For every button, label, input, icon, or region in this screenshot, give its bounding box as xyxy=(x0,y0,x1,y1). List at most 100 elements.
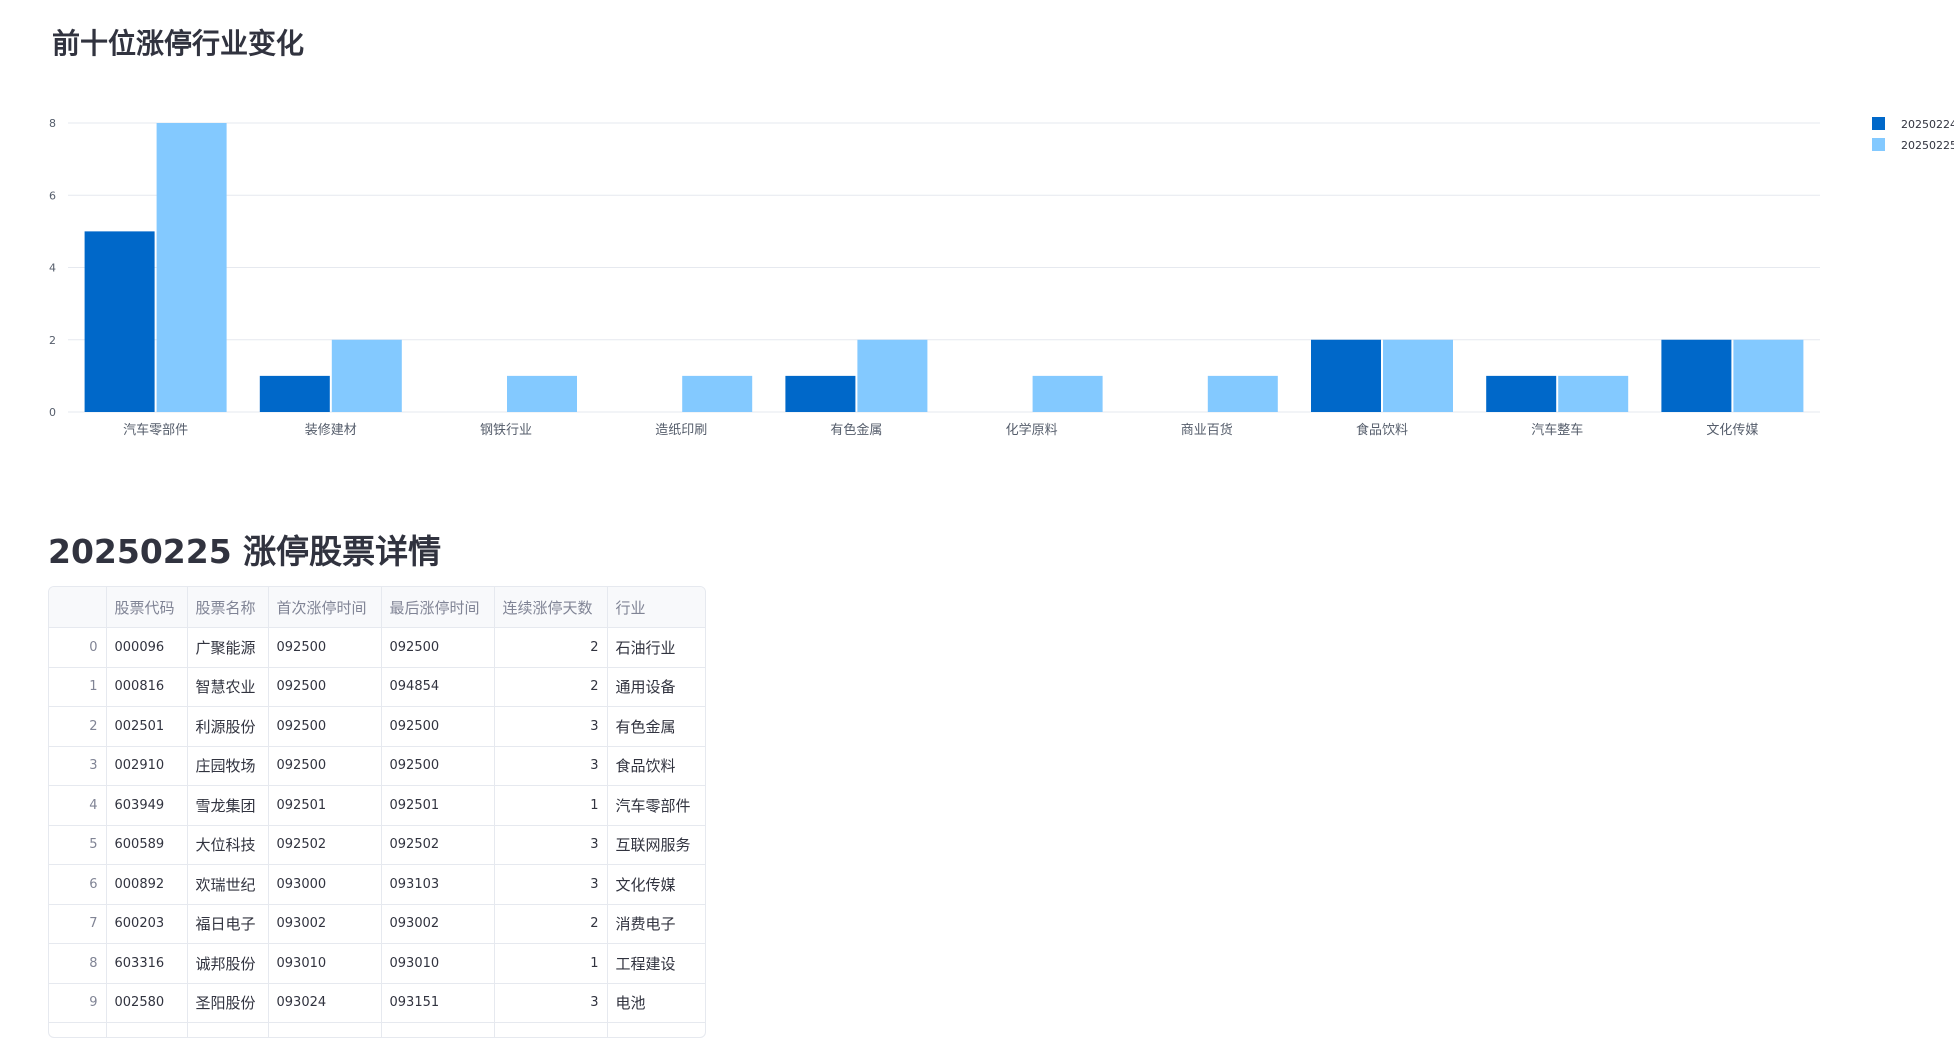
col-header-index[interactable] xyxy=(49,587,107,628)
bar xyxy=(1032,375,1103,412)
legend-label: 20250225 xyxy=(1901,139,1954,152)
last-limit-time-cell: 093002 xyxy=(381,904,495,944)
industry-cell: 互联网服务 xyxy=(607,825,705,865)
consecutive-days-cell: 3 xyxy=(494,825,608,865)
table-row[interactable]: 1 000816 智慧农业 092500 094854 2 通用设备 xyxy=(49,667,705,707)
industry-cell: 文化传媒 xyxy=(607,864,705,905)
stock-name-cell: 福日电子 xyxy=(187,904,269,944)
stock-name-cell: 欢瑞世纪 xyxy=(187,864,269,905)
last-limit-time-cell: 093103 xyxy=(381,864,495,905)
col-header-industry[interactable]: 行业 xyxy=(607,587,705,628)
first-limit-time-cell: 092501 xyxy=(268,785,382,826)
x-tick-label: 有色金属 xyxy=(830,422,882,438)
industry-cell: 汽车零部件 xyxy=(607,785,705,826)
last-limit-time-cell: 092500 xyxy=(381,706,495,747)
legend-label: 20250224 xyxy=(1901,118,1954,131)
empty-cell xyxy=(106,1022,188,1037)
col-header-last-time[interactable]: 最后涨停时间 xyxy=(381,587,495,628)
consecutive-days-cell: 3 xyxy=(494,706,608,747)
row-index-cell: 2 xyxy=(49,706,107,747)
stock-code-cell: 603316 xyxy=(106,943,188,984)
empty-cell xyxy=(607,1022,705,1037)
first-limit-time-cell: 093002 xyxy=(268,904,382,944)
row-index-cell: 3 xyxy=(49,746,107,786)
y-tick-label: 2 xyxy=(49,334,56,347)
empty-cell xyxy=(494,1022,608,1037)
stock-table[interactable]: 股票代码 股票名称 首次涨停时间 最后涨停时间 连续涨停天数 行业 0 00009… xyxy=(48,586,706,1038)
col-header-name[interactable]: 股票名称 xyxy=(187,587,269,628)
bar xyxy=(156,123,227,412)
row-index-cell: 8 xyxy=(49,943,107,984)
row-index-cell: 4 xyxy=(49,785,107,826)
table-row[interactable]: 5 600589 大位科技 092502 092502 3 互联网服务 xyxy=(49,825,705,865)
last-limit-time-cell: 092500 xyxy=(381,746,495,786)
bar-chart: 0 2 4 6 8 汽车零部件 装修建材 钢铁行业 造纸印刷 有色金属 化学原料 商业百货 食品饮料 汽车… xyxy=(49,117,1954,438)
row-index-cell: 5 xyxy=(49,825,107,865)
bar xyxy=(331,339,402,412)
col-header-days[interactable]: 连续涨停天数 xyxy=(494,587,608,628)
y-tick-label: 6 xyxy=(49,189,56,202)
x-tick-label: 造纸印刷 xyxy=(655,423,707,438)
industry-cell: 石油行业 xyxy=(607,627,705,668)
industry-cell: 有色金属 xyxy=(607,706,705,747)
row-index-cell: 0 xyxy=(49,627,107,668)
stock-name-cell: 圣阳股份 xyxy=(187,983,269,1023)
first-limit-time-cell: 092500 xyxy=(268,667,382,707)
stock-code-cell: 000096 xyxy=(106,627,188,668)
bar xyxy=(84,231,155,412)
col-header-code[interactable]: 股票代码 xyxy=(106,587,188,628)
row-index-cell: 6 xyxy=(49,864,107,905)
stock-code-cell: 002580 xyxy=(106,983,188,1023)
stock-code-cell: 000816 xyxy=(106,667,188,707)
first-limit-time-cell: 092502 xyxy=(268,825,382,865)
consecutive-days-cell: 2 xyxy=(494,667,608,707)
stock-code-cell: 600589 xyxy=(106,825,188,865)
consecutive-days-cell: 3 xyxy=(494,983,608,1023)
bar xyxy=(259,375,330,412)
col-header-first-time[interactable]: 首次涨停时间 xyxy=(268,587,382,628)
stock-name-cell: 利源股份 xyxy=(187,706,269,747)
table-row[interactable]: 9 002580 圣阳股份 093024 093151 3 电池 xyxy=(49,983,705,1023)
y-tick-label: 0 xyxy=(49,406,56,419)
row-index-cell: 7 xyxy=(49,904,107,944)
x-tick-label: 汽车整车 xyxy=(1531,422,1583,438)
table-row[interactable]: 3 002910 庄园牧场 092500 092500 3 食品饮料 xyxy=(49,746,705,786)
table-row[interactable]: 6 000892 欢瑞世纪 093000 093103 3 文化传媒 xyxy=(49,864,705,905)
bar xyxy=(785,375,856,412)
consecutive-days-cell: 3 xyxy=(494,864,608,905)
row-index-cell: 9 xyxy=(49,983,107,1023)
x-tick-label: 化学原料 xyxy=(1006,422,1058,438)
empty-cell xyxy=(381,1022,495,1037)
bar xyxy=(1733,339,1804,412)
consecutive-days-cell: 1 xyxy=(494,943,608,984)
last-limit-time-cell: 093010 xyxy=(381,943,495,984)
last-limit-time-cell: 094854 xyxy=(381,667,495,707)
y-tick-label: 8 xyxy=(49,117,56,130)
table-header-row: 股票代码 股票名称 首次涨停时间 最后涨停时间 连续涨停天数 行业 xyxy=(49,587,705,628)
table-row[interactable]: 0 000096 广聚能源 092500 092500 2 石油行业 xyxy=(49,627,705,668)
industry-cell: 消费电子 xyxy=(607,904,705,944)
table-row-partial xyxy=(49,1022,705,1037)
first-limit-time-cell: 092500 xyxy=(268,627,382,668)
industry-cell: 通用设备 xyxy=(607,667,705,707)
y-tick-label: 4 xyxy=(49,262,56,275)
bar xyxy=(1486,375,1557,412)
table-row[interactable]: 4 603949 雪龙集团 092501 092501 1 汽车零部件 xyxy=(49,785,705,826)
empty-cell xyxy=(187,1022,269,1037)
table-row[interactable]: 7 600203 福日电子 093002 093002 2 消费电子 xyxy=(49,904,705,944)
stock-name-cell: 诚邦股份 xyxy=(187,943,269,984)
stock-code-cell: 002501 xyxy=(106,706,188,747)
legend-swatch xyxy=(1872,117,1885,130)
consecutive-days-cell: 2 xyxy=(494,904,608,944)
last-limit-time-cell: 092502 xyxy=(381,825,495,865)
x-tick-label: 钢铁行业 xyxy=(480,423,532,438)
x-tick-label: 食品饮料 xyxy=(1356,422,1408,438)
industry-cell: 食品饮料 xyxy=(607,746,705,786)
industry-cell: 工程建设 xyxy=(607,943,705,984)
row-index-cell: 1 xyxy=(49,667,107,707)
last-limit-time-cell: 092500 xyxy=(381,627,495,668)
table-row[interactable]: 8 603316 诚邦股份 093010 093010 1 工程建设 xyxy=(49,943,705,984)
empty-cell xyxy=(49,1022,107,1037)
table-row[interactable]: 2 002501 利源股份 092500 092500 3 有色金属 xyxy=(49,706,705,747)
x-tick-label: 装修建材 xyxy=(305,423,357,438)
